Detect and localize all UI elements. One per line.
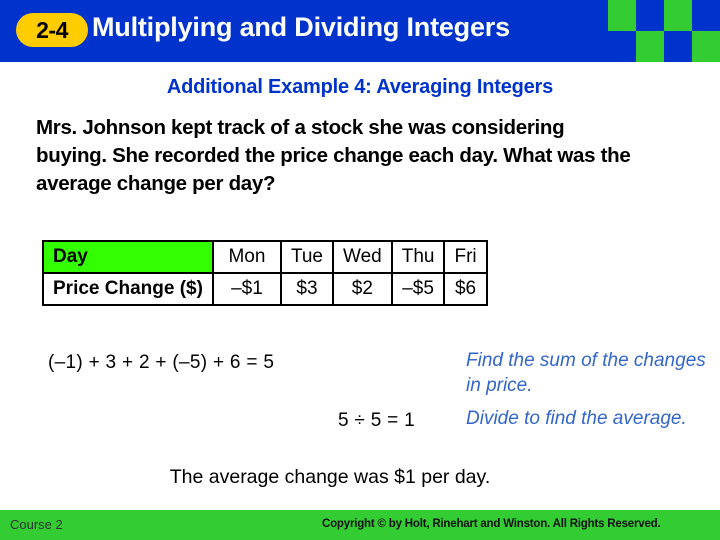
- course-label: Course 2: [10, 517, 63, 532]
- table-row-days: Day Mon Tue Wed Thu Fri: [42, 240, 488, 274]
- table-cell-change-0: –$1: [211, 272, 282, 306]
- table-cell-change-2: $2: [331, 272, 393, 306]
- table-row-changes: Price Change ($) –$1 $3 $2 –$5 $6: [42, 272, 488, 306]
- table-cell-day-4: Fri: [443, 240, 488, 274]
- lesson-number-badge: 2-4: [16, 13, 88, 47]
- table-row-label-price-change: Price Change ($): [42, 272, 214, 306]
- example-heading: Additional Example 4: Averaging Integers: [166, 76, 554, 98]
- table-cell-day-3: Thu: [390, 240, 446, 274]
- table-cell-day-0: Mon: [211, 240, 282, 274]
- page-title: Multiplying and Dividing Integers: [92, 12, 510, 42]
- checkerboard-decoration: [608, 0, 720, 62]
- table-cell-change-3: –$5: [390, 272, 446, 306]
- divide-equation: 5 ÷ 5 = 1: [337, 410, 415, 431]
- table-cell-day-1: Tue: [279, 240, 334, 274]
- annotation-find-sum: Find the sum of the changes in price.: [466, 350, 706, 396]
- problem-statement: Mrs. Johnson kept track of a stock she w…: [36, 116, 631, 195]
- annotation-divide: Divide to find the average.: [466, 408, 687, 429]
- price-change-table: Day Mon Tue Wed Thu Fri Price Change ($)…: [42, 240, 488, 306]
- slide-header: 2-4 Multiplying and Dividing Integers: [0, 0, 720, 62]
- conclusion-text: The average change was $1 per day.: [169, 466, 491, 488]
- slide-footer: Course 2 Copyright © by Holt, Rinehart a…: [0, 510, 720, 540]
- table-cell-change-1: $3: [279, 272, 334, 306]
- slide-body: Additional Example 4: Averaging Integers…: [0, 62, 720, 510]
- table-row-label-day: Day: [42, 240, 214, 274]
- table-cell-change-4: $6: [443, 272, 488, 306]
- copyright-notice: Copyright © by Holt, Rinehart and Winsto…: [322, 518, 661, 530]
- table-cell-day-2: Wed: [331, 240, 393, 274]
- sum-equation: (–1) + 3 + 2 + (–5) + 6 = 5: [48, 352, 275, 373]
